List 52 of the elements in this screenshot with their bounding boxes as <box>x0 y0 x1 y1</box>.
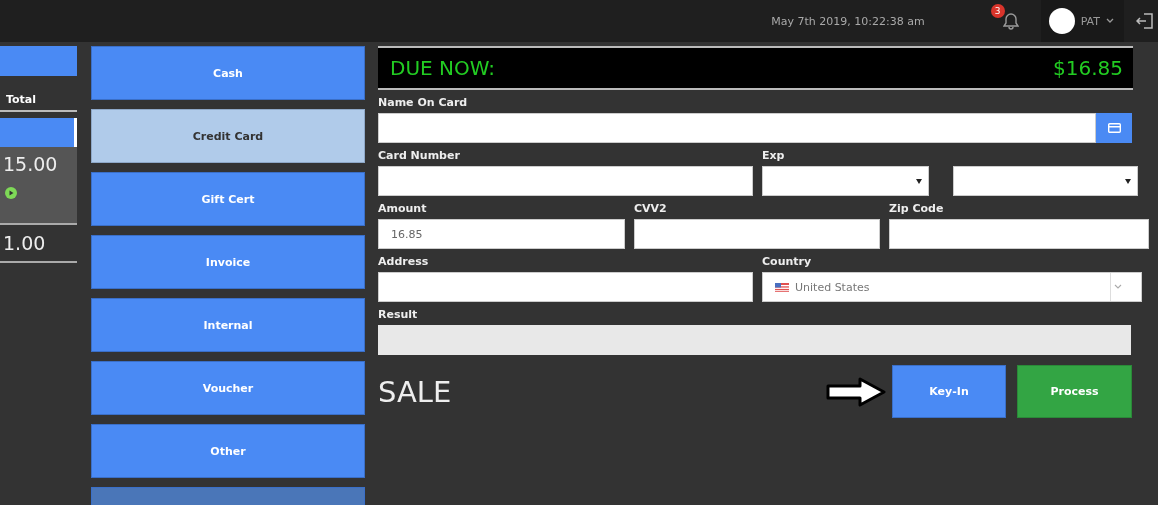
country-value: United States <box>795 280 871 294</box>
payment-method-button[interactable]: Voucher <box>91 361 365 415</box>
country-select[interactable]: United States <box>762 272 1142 302</box>
month-select[interactable] <box>762 166 929 196</box>
due-amount: $16.85 <box>1053 56 1123 80</box>
payment-method-button[interactable]: Cash <box>91 46 365 100</box>
payment-method-button[interactable]: Other <box>91 424 365 478</box>
payment-method-button[interactable]: Gift Cert <box>91 172 365 226</box>
chevron-icon <box>1106 18 1114 24</box>
user-menu[interactable]: PAT <box>1040 0 1124 42</box>
date-time: May 7th 2019, 10:22:38 am <box>771 14 925 28</box>
order-row[interactable]: 15.00 <box>0 118 77 225</box>
avatar-icon <box>1048 8 1075 34</box>
logout-icon[interactable] <box>1136 12 1154 30</box>
field-label: Exp <box>762 148 785 164</box>
field-label: Country <box>762 254 812 270</box>
arrow-icon <box>826 376 886 407</box>
bell-icon[interactable] <box>1002 12 1019 30</box>
action-button[interactable]: Process <box>1017 365 1132 418</box>
credit-card-icon <box>1107 123 1121 133</box>
card-number-field[interactable] <box>378 166 753 196</box>
order-row[interactable]: 1.00 <box>0 225 77 263</box>
action-button[interactable]: Key-In <box>892 365 1006 418</box>
year-select[interactable] <box>953 166 1138 196</box>
notification-badge: 3 <box>990 4 1005 18</box>
transaction-type: SALE <box>378 374 453 409</box>
payment-method-button[interactable]: Invoice <box>91 235 365 289</box>
chevron-icon <box>1114 284 1122 290</box>
amount-field[interactable]: 16.85 <box>378 219 625 249</box>
address-field[interactable] <box>378 272 753 302</box>
payment-method-button[interactable]: Credit Card <box>91 109 365 163</box>
us-flag-icon <box>775 282 789 292</box>
dropdown-arrow-icon <box>916 179 922 184</box>
dropdown-arrow-icon <box>1125 179 1131 184</box>
zip-code-field[interactable] <box>889 219 1149 249</box>
order-total: 15.00 <box>2 153 58 175</box>
field-label: Amount <box>378 201 428 217</box>
cvv2-field[interactable] <box>634 219 880 249</box>
due-label: DUE NOW: <box>390 56 496 80</box>
field-label: Name On Card <box>378 95 469 111</box>
payment-method-button[interactable]: Internal <box>91 298 365 352</box>
field-label: Result <box>378 307 419 323</box>
card-reader-button[interactable] <box>1096 113 1132 143</box>
column-header: Total <box>0 90 77 112</box>
field-label: Card Number <box>378 148 461 164</box>
field-label: CVV2 <box>634 201 668 217</box>
field-label: Address <box>378 254 430 270</box>
order-total: 1.00 <box>2 232 46 254</box>
field-label: Zip Code <box>889 201 944 217</box>
name-input-field[interactable] <box>378 113 1096 143</box>
play-icon[interactable] <box>5 187 17 199</box>
user-name: PAT <box>1080 14 1100 28</box>
